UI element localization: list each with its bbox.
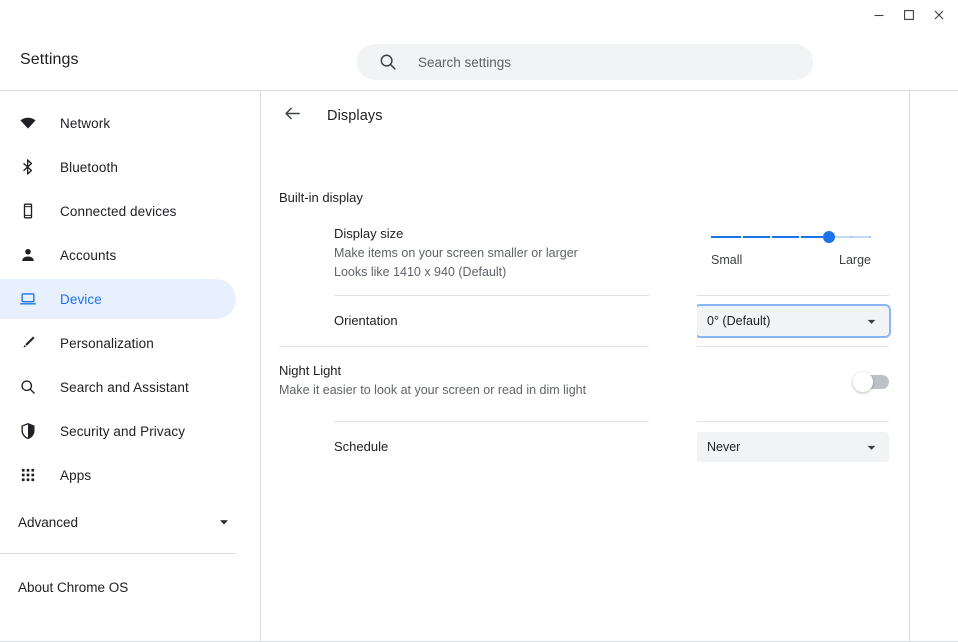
sidebar-item-label: Apps <box>60 468 91 483</box>
sidebar-item-label: Bluetooth <box>60 160 118 175</box>
grid-apps-icon <box>18 465 38 485</box>
sidebar-item-label: Device <box>60 292 102 307</box>
sidebar-about-label: About Chrome OS <box>18 580 128 595</box>
bluetooth-icon <box>18 157 38 177</box>
minimize-button[interactable] <box>864 1 894 29</box>
slider-tick <box>741 236 743 238</box>
shield-icon <box>18 421 38 441</box>
display-size-row: Display size Make items on your screen s… <box>334 224 909 282</box>
slider-thumb[interactable] <box>823 231 835 243</box>
sidebar-divider <box>0 553 236 554</box>
display-size-slider[interactable] <box>711 230 889 244</box>
sidebar-nav: Network Bluetooth Connected devices <box>0 91 261 642</box>
person-icon <box>18 245 38 265</box>
app-title: Settings <box>20 51 79 69</box>
sidebar-item-label: Security and Privacy <box>60 424 185 439</box>
laptop-icon <box>18 289 38 309</box>
slider-tick <box>799 236 801 238</box>
toggle-knob <box>853 372 873 392</box>
sidebar-item-connected-devices[interactable]: Connected devices <box>0 191 236 231</box>
content-right-gutter <box>649 91 697 642</box>
maximize-button[interactable] <box>894 1 924 29</box>
orientation-text: Orientation <box>334 311 696 331</box>
sidebar-item-apps[interactable]: Apps <box>0 455 236 495</box>
chevron-down-icon <box>218 516 230 528</box>
slider-min-label: Small <box>711 253 742 267</box>
sidebar-item-label: Accounts <box>60 248 116 263</box>
close-button[interactable] <box>924 1 954 29</box>
slider-tick <box>869 236 871 238</box>
search-icon <box>18 377 38 397</box>
sidebar-item-label: Personalization <box>60 336 154 351</box>
dropdown-arrow-icon <box>866 316 877 327</box>
night-light-row: Night Light Make it easier to look at yo… <box>279 361 909 400</box>
orientation-value: 0° (Default) <box>707 314 866 328</box>
sidebar-item-about-chrome-os[interactable]: About Chrome OS <box>0 567 236 607</box>
sidebar-item-network[interactable]: Network <box>0 103 236 143</box>
section-divider <box>279 346 889 347</box>
night-light-title: Night Light <box>279 361 855 381</box>
builtin-display-section-label: Built-in display <box>279 190 909 205</box>
settings-header: Settings <box>0 30 958 90</box>
dropdown-arrow-icon <box>866 442 877 453</box>
sidebar-item-label: Connected devices <box>60 204 177 219</box>
search-input[interactable] <box>418 55 788 70</box>
main-content: Displays Built-in display Display size M… <box>261 91 910 642</box>
window-titlebar <box>0 0 958 30</box>
slider-labels: Small Large <box>711 253 871 267</box>
sidebar-item-personalization[interactable]: Personalization <box>0 323 236 363</box>
sidebar-item-label: Network <box>60 116 110 131</box>
slider-tick <box>770 236 772 238</box>
sidebar-item-bluetooth[interactable]: Bluetooth <box>0 147 236 187</box>
schedule-value: Never <box>707 440 866 454</box>
orientation-row: Orientation 0° (Default) <box>334 296 909 346</box>
sidebar-item-accounts[interactable]: Accounts <box>0 235 236 275</box>
search-icon <box>378 52 398 72</box>
arrow-left-icon <box>283 104 302 128</box>
page-header: Displays <box>261 91 909 141</box>
sidebar-item-label: Search and Assistant <box>60 380 189 395</box>
sidebar-advanced-toggle[interactable]: Advanced <box>0 502 236 542</box>
back-button[interactable] <box>279 103 305 129</box>
schedule-text: Schedule <box>334 437 696 457</box>
orientation-select[interactable]: 0° (Default) <box>696 306 889 336</box>
sidebar-item-search-and-assistant[interactable]: Search and Assistant <box>0 367 236 407</box>
display-size-slider-area: Small Large <box>711 224 889 267</box>
sidebar-item-device[interactable]: Device <box>0 279 236 319</box>
night-light-subtitle: Make it easier to look at your screen or… <box>279 381 855 400</box>
sidebar-advanced-label: Advanced <box>18 515 218 530</box>
wifi-icon <box>18 113 38 133</box>
night-light-text: Night Light Make it easier to look at yo… <box>279 361 855 400</box>
slider-tick <box>850 236 852 238</box>
search-bar[interactable] <box>357 44 813 80</box>
schedule-select[interactable]: Never <box>696 432 889 462</box>
night-light-toggle[interactable] <box>855 375 889 389</box>
schedule-label: Schedule <box>334 437 696 457</box>
phone-icon <box>18 201 38 221</box>
slider-max-label: Large <box>839 253 871 267</box>
schedule-row: Schedule Never <box>334 422 909 472</box>
sidebar-item-security-and-privacy[interactable]: Security and Privacy <box>0 411 236 451</box>
orientation-label: Orientation <box>334 311 696 331</box>
brush-icon <box>18 333 38 353</box>
page-title: Displays <box>327 108 383 124</box>
